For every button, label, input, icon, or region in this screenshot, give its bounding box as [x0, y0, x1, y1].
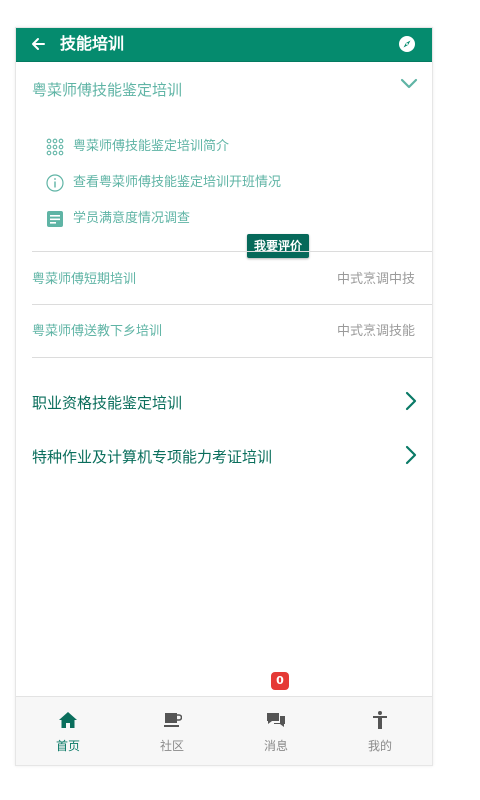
row-title: 粤菜师傅送教下乡培训	[32, 324, 163, 339]
tab-label: 我的	[367, 739, 392, 753]
tab-messages[interactable]: 消息	[224, 697, 328, 765]
message-count-badge: 0	[271, 672, 289, 690]
chat-bubbles-icon	[267, 713, 285, 727]
link-training-intro[interactable]: 粤菜师傅技能鉴定培训简介	[46, 136, 406, 158]
category-special-operation-computer[interactable]: 特种作业及计算机专项能力考证培训	[32, 444, 417, 470]
list-item[interactable]: 粤菜师傅短期培训 中式烹调中技	[32, 269, 415, 291]
compass-icon[interactable]	[398, 35, 416, 53]
tab-label: 首页	[55, 739, 80, 753]
arrow-left-icon[interactable]	[29, 35, 47, 53]
category-label: 职业资格技能鉴定培训	[32, 394, 183, 412]
category-vocational-qualification[interactable]: 职业资格技能鉴定培训	[32, 390, 417, 416]
row-category: 中式烹调中技	[336, 272, 415, 287]
tab-home[interactable]: 首页	[16, 697, 120, 765]
page-title: 技能培训	[60, 34, 125, 53]
section-label: 粤菜师傅技能鉴定培训	[32, 81, 183, 99]
coffee-cup-icon	[164, 713, 182, 727]
divider	[32, 357, 432, 358]
tab-label: 消息	[263, 739, 288, 753]
tab-community[interactable]: 社区	[120, 697, 224, 765]
category-label: 特种作业及计算机专项能力考证培训	[32, 448, 273, 466]
bottom-tab-bar: 首页 社区 消息 我的	[16, 696, 432, 765]
app-screen: 技能培训 粤菜师傅技能鉴定培训 粤菜师傅技能鉴定培训简介 查看粤菜师傅技能鉴定培…	[15, 27, 433, 766]
row-category: 中式烹调技能	[336, 324, 415, 339]
chevron-right-icon	[405, 445, 417, 465]
person-icon	[373, 711, 387, 729]
tab-profile[interactable]: 我的	[328, 697, 432, 765]
divider	[32, 251, 432, 252]
divider	[32, 304, 432, 305]
document-icon	[47, 211, 63, 227]
row-title: 粤菜师傅短期培训	[32, 272, 137, 287]
info-circle-icon	[46, 174, 64, 192]
tab-label: 社区	[159, 739, 184, 753]
app-header: 技能培训	[16, 28, 432, 62]
chevron-down-icon	[400, 78, 418, 89]
link-label: 粤菜师傅技能鉴定培训简介	[73, 139, 230, 154]
evaluate-button[interactable]: 我要评价	[247, 234, 309, 258]
section-yuecai-skill-training[interactable]: 粤菜师傅技能鉴定培训	[32, 78, 418, 104]
list-item[interactable]: 粤菜师傅送教下乡培训 中式烹调技能	[32, 321, 415, 343]
home-icon	[59, 712, 77, 728]
grid-dots-icon	[46, 138, 64, 156]
link-label: 查看粤菜师傅技能鉴定培训开班情况	[73, 175, 282, 190]
link-satisfaction-survey[interactable]: 学员满意度情况调查	[46, 208, 406, 230]
chevron-right-icon	[405, 391, 417, 411]
link-class-status[interactable]: 查看粤菜师傅技能鉴定培训开班情况	[46, 172, 406, 194]
link-label: 学员满意度情况调查	[73, 211, 191, 226]
